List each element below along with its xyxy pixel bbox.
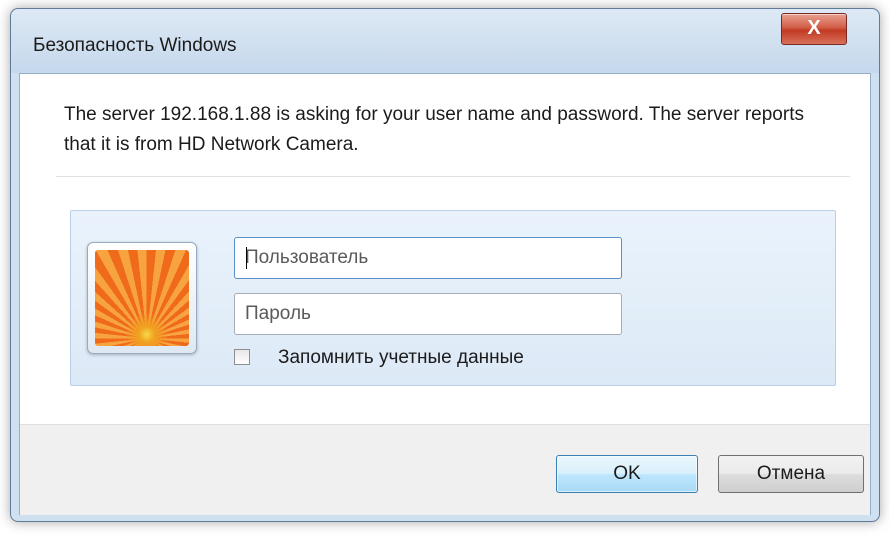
text-caret bbox=[246, 247, 247, 269]
server-message: The server 192.168.1.88 is asking for yo… bbox=[64, 104, 804, 155]
remember-label[interactable]: Запомнить учетные данные bbox=[278, 347, 524, 369]
user-avatar bbox=[87, 242, 197, 354]
close-icon: X bbox=[807, 17, 821, 39]
ok-button[interactable]: OK bbox=[556, 455, 698, 493]
credentials-panel: Запомнить учетные данные bbox=[70, 210, 836, 386]
title-bar[interactable]: Безопасность Windows X bbox=[11, 9, 879, 73]
window-title: Безопасность Windows bbox=[33, 35, 237, 56]
login-dialog: Безопасность Windows X The server 192.16… bbox=[10, 8, 880, 522]
close-button[interactable]: X bbox=[781, 13, 847, 45]
password-field[interactable] bbox=[234, 293, 622, 335]
dialog-body: The server 192.168.1.88 is asking for yo… bbox=[19, 73, 871, 515]
separator bbox=[56, 176, 850, 177]
cancel-button[interactable]: Отмена bbox=[718, 455, 864, 493]
username-field[interactable] bbox=[234, 237, 622, 279]
user-tile-flower-icon bbox=[95, 250, 189, 346]
remember-checkbox[interactable] bbox=[234, 349, 250, 365]
button-bar: OK Отмена bbox=[20, 424, 870, 515]
